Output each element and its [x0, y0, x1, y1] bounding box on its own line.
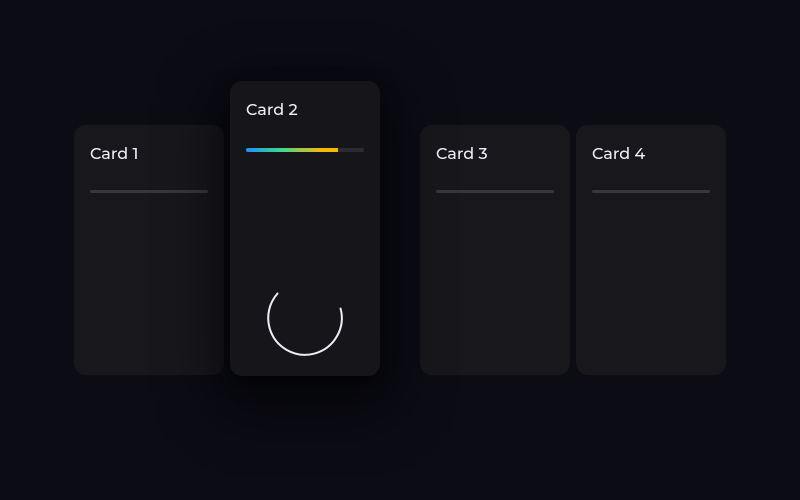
- card-3[interactable]: Card 3: [420, 125, 570, 375]
- card-title: Card 1: [90, 145, 208, 164]
- spinner-wrap: [230, 272, 380, 364]
- card-progress-track: [436, 190, 554, 193]
- loading-spinner-icon: [249, 261, 362, 374]
- card-title: Card 4: [592, 145, 710, 164]
- card-title: Card 3: [436, 145, 554, 164]
- card-2[interactable]: Card 2: [230, 81, 380, 376]
- card-progress-track: [592, 190, 710, 193]
- card-list: Card 1 Card 2 Card 3 Card 4: [74, 103, 726, 398]
- card-title: Card 2: [246, 101, 364, 120]
- card-progress-track: [90, 190, 208, 193]
- card-4[interactable]: Card 4: [576, 125, 726, 375]
- card-progress-bar: [246, 148, 364, 152]
- card-1[interactable]: Card 1: [74, 125, 224, 375]
